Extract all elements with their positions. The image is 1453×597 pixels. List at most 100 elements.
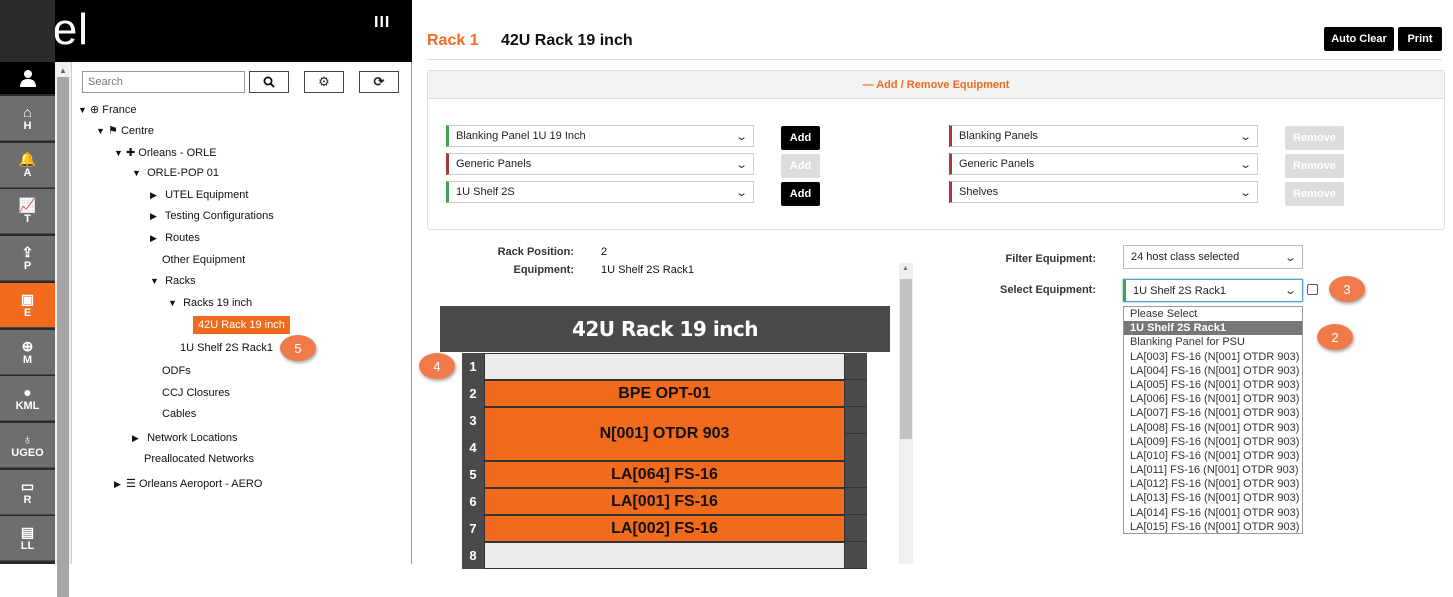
scroll-up-icon[interactable]: ▲ — [59, 66, 67, 75]
sidebar-item-r[interactable]: ▭ R — [0, 469, 55, 515]
caret-right-icon: ▶ — [114, 479, 121, 489]
sidebar-item-label: KML — [15, 400, 40, 413]
select-equipment-select[interactable]: 1U Shelf 2S Rack1 ⌄ — [1123, 279, 1303, 302]
add-button-2[interactable]: Add — [781, 154, 820, 178]
remove-button-2[interactable]: Remove — [1285, 154, 1344, 178]
search-button[interactable] — [249, 71, 289, 93]
rack-equipment-slot[interactable]: LA[064] FS-16 — [484, 461, 845, 488]
remove-select-3[interactable]: Shelves ⌄ — [949, 181, 1258, 203]
sidebar-item-e[interactable]: ▣ E — [0, 282, 55, 328]
remove-button-3[interactable]: Remove — [1285, 182, 1344, 206]
tree-node-pop[interactable]: ▼ ORLE-POP 01 — [132, 167, 219, 179]
add-button-3[interactable]: Add — [781, 182, 820, 206]
sidebar-item-ugeo[interactable]: ♁ UGEO — [0, 422, 55, 468]
tree-node-centre[interactable]: ▼ ⚑ Centre — [96, 124, 154, 137]
tree-node-other-equipment[interactable]: Other Equipment — [162, 254, 245, 266]
tree-node-aero[interactable]: ▶ ☰ Orleans Aeroport - AERO — [114, 477, 262, 490]
settings-button[interactable]: ⚙ — [304, 71, 344, 93]
tree-node-orleans[interactable]: ▼ ✚ Orleans - ORLE — [114, 146, 217, 159]
add-select-1[interactable]: Blanking Panel 1U 19 Inch ⌄ — [446, 125, 754, 147]
sidebar-item-p[interactable]: ⇪ P — [0, 236, 55, 282]
scrollbar-thumb[interactable] — [57, 77, 69, 597]
dropdown-option[interactable]: LA[008] FS-16 (N[001] OTDR 903) — [1124, 421, 1302, 435]
dropdown-option[interactable]: LA[015] FS-16 (N[001] OTDR 903) — [1124, 520, 1302, 533]
tree-node-preallocated[interactable]: Preallocated Networks — [144, 453, 254, 465]
add-select-2[interactable]: Generic Panels ⌄ — [446, 153, 754, 175]
tree-node-routes[interactable]: ▶ Routes — [150, 232, 200, 244]
add-select-3[interactable]: 1U Shelf 2S ⌄ — [446, 181, 754, 203]
callout-5: 5 — [280, 335, 316, 361]
tree-node-ccj[interactable]: CCJ Closures — [162, 387, 230, 399]
equipment-dropdown-list[interactable]: Please Select 1U Shelf 2S Rack1 Blanking P… — [1123, 306, 1303, 534]
tree-node-odfs[interactable]: ODFs — [162, 365, 191, 377]
rack-equipment-slot[interactable]: LA[002] FS-16 — [484, 515, 845, 542]
sidebar-item-label: P — [23, 260, 32, 273]
rack-scrollbar[interactable]: ▲ — [899, 263, 913, 564]
rack-empty-slot[interactable] — [484, 542, 845, 569]
scrollbar-thumb[interactable] — [900, 279, 912, 439]
dropdown-option[interactable]: LA[005] FS-16 (N[001] OTDR 903) — [1124, 378, 1302, 392]
sidebar-scrollbar[interactable]: ▲ — [55, 62, 72, 597]
tree-node-network-locations[interactable]: ▶ Network Locations — [132, 432, 238, 444]
dropdown-option[interactable]: LA[014] FS-16 (N[001] OTDR 903) — [1124, 506, 1302, 520]
tree-node-racks-19[interactable]: ▼ Racks 19 inch — [168, 297, 252, 309]
dropdown-option[interactable]: Blanking Panel for PSU — [1124, 335, 1302, 349]
caret-down-icon: ▼ — [78, 105, 87, 115]
search-icon — [263, 76, 275, 88]
search-input[interactable] — [82, 71, 245, 93]
sidebar-item-t[interactable]: 📈 T — [0, 189, 55, 235]
rack-equipment-slot[interactable]: LA[001] FS-16 — [484, 488, 845, 515]
sidebar-item-h[interactable]: ⌂ H — [0, 96, 55, 141]
sidebar-item-a[interactable]: 🔔 A — [0, 142, 55, 188]
dropdown-option[interactable]: Please Select — [1124, 307, 1302, 321]
tree-node-testing[interactable]: ▶ Testing Configurations — [150, 210, 274, 222]
dropdown-option[interactable]: LA[011] FS-16 (N[001] OTDR 903) — [1124, 463, 1302, 477]
rack-equipment-slot[interactable]: BPE OPT-01 — [484, 380, 845, 407]
rack-empty-slot[interactable] — [484, 353, 845, 380]
tree-node-racks[interactable]: ▼ Racks — [150, 275, 196, 287]
pin-icon: ● — [23, 384, 32, 401]
chevron-down-icon: ⌄ — [1283, 285, 1297, 297]
tree-node-france[interactable]: ▼ ⊕ France — [78, 103, 137, 116]
tree-node-42u-rack[interactable]: 42U Rack 19 inch — [193, 316, 290, 334]
dropdown-option[interactable]: LA[010] FS-16 (N[001] OTDR 903) — [1124, 449, 1302, 463]
chart-icon: 📈 — [18, 197, 37, 214]
dropdown-option[interactable]: LA[004] FS-16 (N[001] OTDR 903) — [1124, 364, 1302, 378]
tree-node-shelf[interactable]: 1U Shelf 2S Rack1 — [180, 342, 273, 354]
sidebar-item-kml[interactable]: ● KML — [0, 376, 55, 422]
rack-equipment-slot[interactable]: N[001] OTDR 903 — [484, 407, 845, 461]
sidebar-item-m[interactable]: ⊕ M — [0, 329, 55, 375]
remove-select-2[interactable]: Generic Panels ⌄ — [949, 153, 1258, 175]
tree-node-cables[interactable]: Cables — [162, 408, 196, 420]
dropdown-option[interactable]: LA[006] FS-16 (N[001] OTDR 903) — [1124, 392, 1302, 406]
remove-select-1[interactable]: Blanking Panels ⌄ — [949, 125, 1258, 147]
select-checkbox[interactable] — [1307, 284, 1318, 295]
equipment-panel-header[interactable]: — Add / Remove Equipment — [428, 71, 1444, 99]
user-icon[interactable] — [0, 62, 55, 94]
dropdown-option[interactable]: LA[007] FS-16 (N[001] OTDR 903) — [1124, 406, 1302, 420]
book-icon: ▤ — [20, 524, 35, 541]
dropdown-option[interactable]: LA[003] FS-16 (N[001] OTDR 903) — [1124, 350, 1302, 364]
filter-equipment-select[interactable]: 24 host class selected ⌄ — [1123, 245, 1303, 269]
scroll-up-icon[interactable]: ▲ — [902, 265, 909, 272]
refresh-button[interactable]: ⟳ — [359, 71, 399, 93]
sidebar-item-label: UGEO — [11, 446, 44, 459]
print-button[interactable]: Print — [1398, 27, 1442, 51]
caret-down-icon: ▼ — [114, 148, 123, 158]
rack-title: 42U Rack 19 inch — [440, 306, 890, 352]
dropdown-option[interactable]: 1U Shelf 2S Rack1 — [1124, 321, 1302, 336]
auto-clear-button[interactable]: Auto Clear — [1324, 27, 1394, 51]
menu-toggle-icon[interactable]: III — [374, 14, 390, 32]
rack-position-label: Rack Position: — [497, 246, 574, 258]
dropdown-option[interactable]: LA[009] FS-16 (N[001] OTDR 903) — [1124, 435, 1302, 449]
header-divider — [427, 59, 1442, 60]
caret-right-icon: ▶ — [150, 190, 157, 200]
app-header: utel III — [0, 0, 412, 62]
tree-node-utel-equipment[interactable]: ▶ UTEL Equipment — [150, 189, 248, 201]
sidebar-item-ll[interactable]: ▤ LL — [0, 516, 55, 562]
rack-unit-rail — [845, 461, 867, 488]
remove-button-1[interactable]: Remove — [1285, 126, 1344, 150]
dropdown-option[interactable]: LA[012] FS-16 (N[001] OTDR 903) — [1124, 477, 1302, 491]
dropdown-option[interactable]: LA[013] FS-16 (N[001] OTDR 903) — [1124, 491, 1302, 505]
add-button-1[interactable]: Add — [781, 126, 820, 150]
